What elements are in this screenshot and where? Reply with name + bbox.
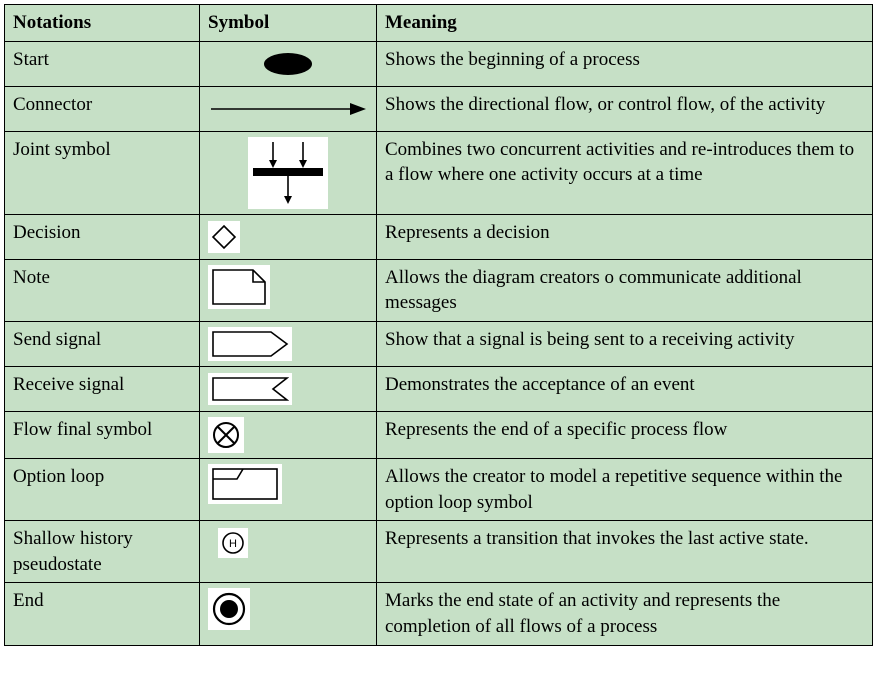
symbol-cell: H xyxy=(200,521,377,583)
symbol-cell xyxy=(200,583,377,645)
option-loop-icon xyxy=(208,464,282,504)
flow-final-icon xyxy=(208,417,244,453)
shallow-history-icon: H xyxy=(218,528,248,558)
table-row: Joint symbol xyxy=(5,131,873,214)
meaning-cell: Show that a signal is being sent to a re… xyxy=(377,321,873,366)
joint-icon xyxy=(248,137,328,209)
symbol-cell xyxy=(200,41,377,86)
symbol-cell xyxy=(200,86,377,131)
table-row: Connector Shows the directional flow, or… xyxy=(5,86,873,131)
symbol-cell xyxy=(200,458,377,520)
notation-cell: Option loop xyxy=(5,458,200,520)
meaning-cell: Represents a transition that invokes the… xyxy=(377,521,873,583)
meaning-cell: Shows the directional flow, or control f… xyxy=(377,86,873,131)
notation-cell: Joint symbol xyxy=(5,131,200,214)
notation-cell: Flow final symbol xyxy=(5,411,200,458)
table-row: End Marks the end state of an activity a… xyxy=(5,583,873,645)
decision-icon xyxy=(208,221,240,253)
header-notations: Notations xyxy=(5,5,200,42)
notation-cell: Shallow history pseudostate xyxy=(5,521,200,583)
symbol-cell xyxy=(200,321,377,366)
header-symbol: Symbol xyxy=(200,5,377,42)
receive-signal-icon xyxy=(208,373,292,405)
meaning-cell: Shows the beginning of a process xyxy=(377,41,873,86)
symbol-cell xyxy=(200,131,377,214)
notation-cell: Connector xyxy=(5,86,200,131)
meaning-cell: Allows the creator to model a repetitive… xyxy=(377,458,873,520)
meaning-cell: Allows the diagram creators o communicat… xyxy=(377,259,873,321)
symbol-cell xyxy=(200,259,377,321)
connector-icon xyxy=(208,99,368,119)
notation-cell: Start xyxy=(5,41,200,86)
table-row: Decision Represents a decision xyxy=(5,214,873,259)
end-icon xyxy=(208,588,250,630)
meaning-cell: Represents a decision xyxy=(377,214,873,259)
table-row: Send signal Show that a signal is being … xyxy=(5,321,873,366)
uml-notation-table: Notations Symbol Meaning Start Shows the… xyxy=(4,4,873,646)
table-row: Receive signal Demonstrates the acceptan… xyxy=(5,366,873,411)
symbol-cell xyxy=(200,214,377,259)
table-row: Note Allows the diagram creators o commu… xyxy=(5,259,873,321)
meaning-cell: Combines two concurrent activities and r… xyxy=(377,131,873,214)
notation-cell: Decision xyxy=(5,214,200,259)
notation-cell: Receive signal xyxy=(5,366,200,411)
meaning-cell: Represents the end of a specific process… xyxy=(377,411,873,458)
notation-cell: Note xyxy=(5,259,200,321)
table-row: Flow final symbol Represents the end of … xyxy=(5,411,873,458)
table-row: Shallow history pseudostate H Represents… xyxy=(5,521,873,583)
symbol-cell xyxy=(200,411,377,458)
symbol-cell xyxy=(200,366,377,411)
start-icon xyxy=(260,51,316,77)
meaning-cell: Marks the end state of an activity and r… xyxy=(377,583,873,645)
send-signal-icon xyxy=(208,327,292,361)
note-icon xyxy=(208,265,270,309)
svg-text:H: H xyxy=(229,538,237,550)
table-row: Start Shows the beginning of a process xyxy=(5,41,873,86)
notation-cell: End xyxy=(5,583,200,645)
table-row: Option loop Allows the creator to model … xyxy=(5,458,873,520)
table-header-row: Notations Symbol Meaning xyxy=(5,5,873,42)
notation-cell: Send signal xyxy=(5,321,200,366)
meaning-cell: Demonstrates the acceptance of an event xyxy=(377,366,873,411)
header-meaning: Meaning xyxy=(377,5,873,42)
